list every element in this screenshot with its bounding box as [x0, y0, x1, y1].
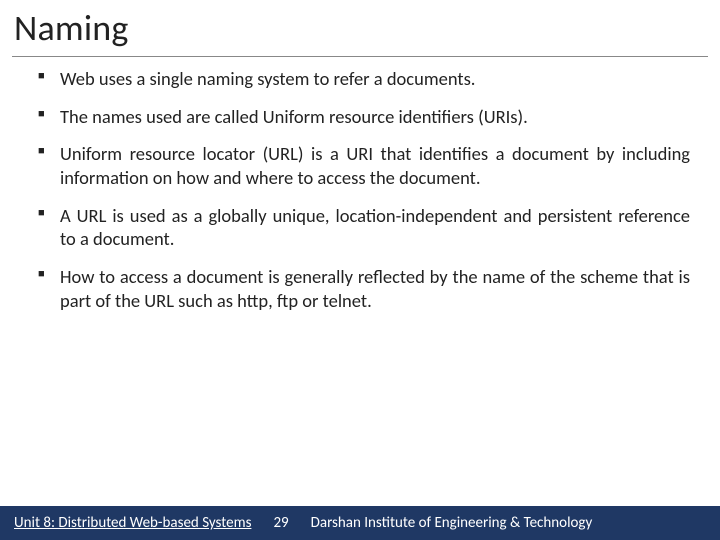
slide: Naming Web uses a single naming system t… — [0, 0, 720, 540]
title-rule — [12, 56, 708, 57]
list-item: A URL is used as a globally unique, loca… — [38, 204, 690, 251]
footer-institution: Darshan Institute of Engineering & Techn… — [311, 514, 593, 532]
footer-unit: Unit 8: Distributed Web-based Systems — [14, 514, 251, 532]
footer-page-number: 29 — [273, 514, 288, 532]
list-item: Web uses a single naming system to refer… — [38, 67, 690, 91]
slide-title: Naming — [12, 6, 708, 56]
footer-bar: Unit 8: Distributed Web-based Systems 29… — [0, 506, 720, 540]
list-item: How to access a document is generally re… — [38, 265, 690, 312]
list-item: Uniform resource locator (URL) is a URI … — [38, 142, 690, 189]
bullet-list: Web uses a single naming system to refer… — [12, 67, 708, 312]
list-item: The names used are called Uniform resour… — [38, 105, 690, 129]
